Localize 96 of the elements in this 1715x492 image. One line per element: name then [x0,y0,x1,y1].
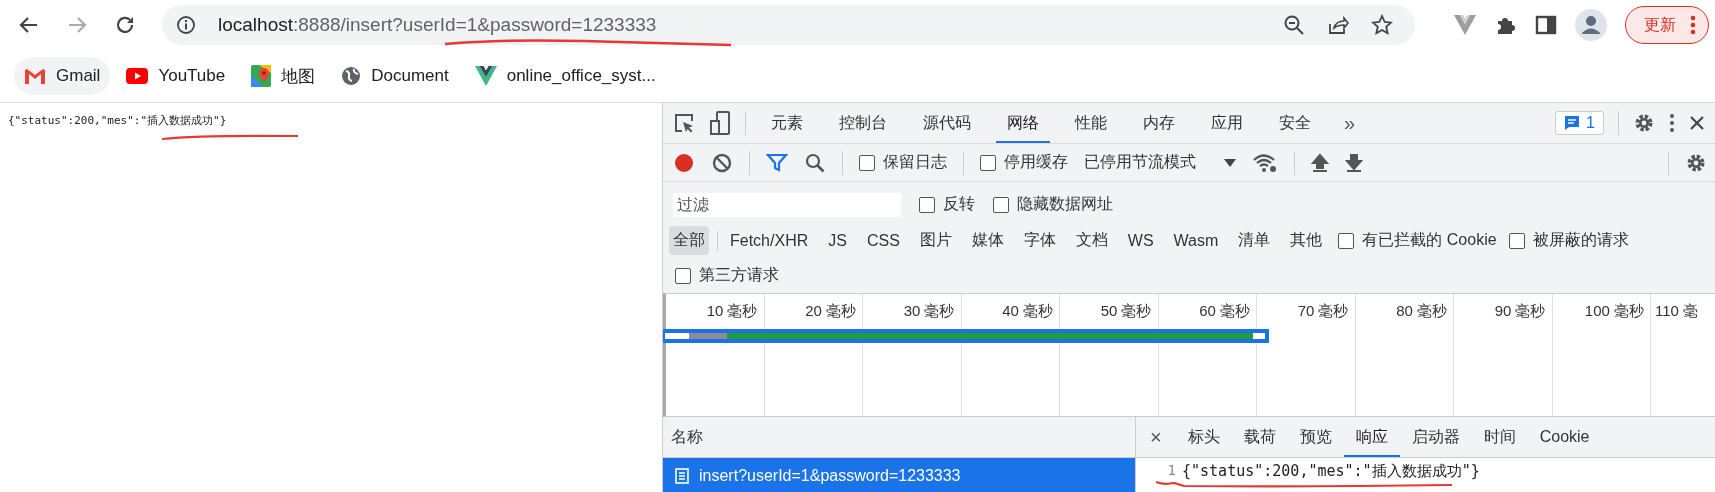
address-bar[interactable]: localhost:8888/insert?userId=1&password=1233333 [162,5,1415,45]
search-icon[interactable] [804,151,826,174]
filter-field[interactable]: 过滤 [673,192,901,217]
envelope-icon [24,67,46,85]
checkbox[interactable] [919,196,935,213]
checkbox-label: 反转 [943,194,975,214]
document-icon [675,468,689,484]
close-icon[interactable] [1689,115,1705,131]
checkbox[interactable] [1508,232,1525,249]
detail-tab[interactable]: 启动器 [1399,417,1472,457]
settings-icon[interactable] [1633,112,1655,134]
time-tick-label: 100 毫秒 [1584,302,1644,319]
bookmark[interactable]: Document [331,57,459,95]
type-filter-button[interactable]: Fetch/XHR [726,227,813,254]
wifi-settings-icon[interactable] [1252,152,1278,173]
issues-button[interactable]: 1 [1555,111,1604,135]
share-icon[interactable] [1327,14,1349,36]
update-button[interactable]: 更新 [1625,6,1709,44]
type-filter-button[interactable]: 全部 [669,226,709,255]
column-header: 名称 [671,426,703,447]
close-button[interactable]: × [1136,425,1176,449]
type-filter-button[interactable]: 图片 [915,226,956,255]
bookmark[interactable]: YouTube [116,57,236,95]
detail-tab[interactable]: 标头 [1175,417,1232,457]
detail-tab[interactable]: 时间 [1471,417,1528,457]
time-tick-label: 20 毫秒 [805,302,856,319]
time-tick-label: 80 毫秒 [1396,302,1447,319]
code-line: {"status":200,"mes":"插入数据成功"} [1182,462,1480,480]
detail-tab[interactable]: Cookie [1527,417,1602,457]
map-pin-icon [251,65,272,87]
device-icon[interactable] [709,111,731,135]
panel-tab[interactable]: 内存 [1132,103,1186,143]
time-tick-label: 90 毫秒 [1494,302,1546,319]
caret-icon [1224,158,1236,167]
panel-tab[interactable]: 控制台 [828,103,898,143]
checkbox[interactable] [993,196,1009,213]
side-panel-icon[interactable] [1535,14,1557,36]
panel-tab[interactable]: 源代码 [912,103,982,143]
star-icon[interactable] [1371,14,1393,36]
bookmark[interactable]: 地图 [241,57,326,95]
more-options-icon [1690,15,1696,35]
checkbox-label: 隐藏数据网址 [1017,194,1113,214]
panel-tab[interactable]: 元素 [760,103,814,143]
response-text: {"status":200,"mes":"插入数据成功"} [8,113,228,128]
time-tick-label: 60 毫秒 [1199,302,1250,319]
detail-tab[interactable]: 响应 [1343,417,1400,457]
checkbox-label: 有已拦截的 Cookie [1362,230,1497,250]
more-options-icon[interactable] [1669,113,1675,133]
more-tabs-button[interactable]: » [1336,111,1364,135]
panel-tab[interactable]: 性能 [1064,103,1118,143]
line-number: 1 [1166,462,1177,478]
time-tick-label: 30 毫秒 [903,302,955,319]
checkbox-label: 停用缓存 [1004,152,1068,172]
checkbox-label: 被屏蔽的请求 [1532,230,1629,250]
vue-extension-icon[interactable] [1453,14,1477,36]
zoom-out-icon[interactable] [1283,14,1305,36]
time-tick-label: 70 毫秒 [1297,302,1349,319]
type-filter-button[interactable]: 字体 [1019,226,1060,255]
inspect-icon[interactable] [673,112,695,134]
download-icon[interactable] [1345,152,1363,173]
reload-icon[interactable] [114,14,136,36]
type-filter-button[interactable]: 其他 [1286,226,1327,255]
type-filter-button[interactable]: JS [824,227,851,254]
bookmark[interactable]: Gmail [14,57,111,95]
checkbox[interactable] [675,267,691,284]
time-tick-label: 50 毫秒 [1100,302,1152,319]
checkbox[interactable] [859,154,875,171]
filter-icon[interactable] [766,152,788,173]
time-tick-label: 40 毫秒 [1002,302,1053,319]
message-icon [1564,115,1581,131]
type-filter-button[interactable]: WS [1123,227,1158,254]
type-filter-button[interactable]: Wasm [1169,227,1223,254]
play-icon [126,68,149,84]
checkbox-label: 第三方请求 [699,265,779,285]
detail-tab[interactable]: 载荷 [1231,417,1288,457]
checkbox[interactable] [1338,232,1355,249]
panel-tab[interactable]: 安全 [1268,103,1322,143]
bookmark[interactable]: online_office_syst... [464,57,666,95]
type-filter-button[interactable]: 清单 [1234,226,1275,255]
request-row[interactable]: insert?userId=1&password=1233333 [663,458,1135,492]
record-icon[interactable] [673,151,695,174]
throttle-dropdown[interactable]: 已停用节流模式 [1084,152,1236,173]
info-icon[interactable] [176,15,196,35]
type-filter-button[interactable]: 媒体 [967,226,1008,255]
clear-icon[interactable] [711,151,733,174]
type-filter-button[interactable]: CSS [862,227,904,254]
time-tick-label: 110 毫 [1655,302,1699,319]
checkbox[interactable] [980,154,996,171]
vue-logo-icon [474,66,497,86]
type-filter-button[interactable]: 文档 [1071,226,1112,255]
avatar-icon[interactable] [1575,9,1607,41]
upload-icon[interactable] [1311,152,1329,173]
panel-tab[interactable]: 应用 [1200,103,1254,143]
checkbox-label: 保留日志 [883,152,947,172]
time-tick-label: 10 毫秒 [706,302,758,319]
detail-tab[interactable]: 预览 [1287,417,1344,457]
